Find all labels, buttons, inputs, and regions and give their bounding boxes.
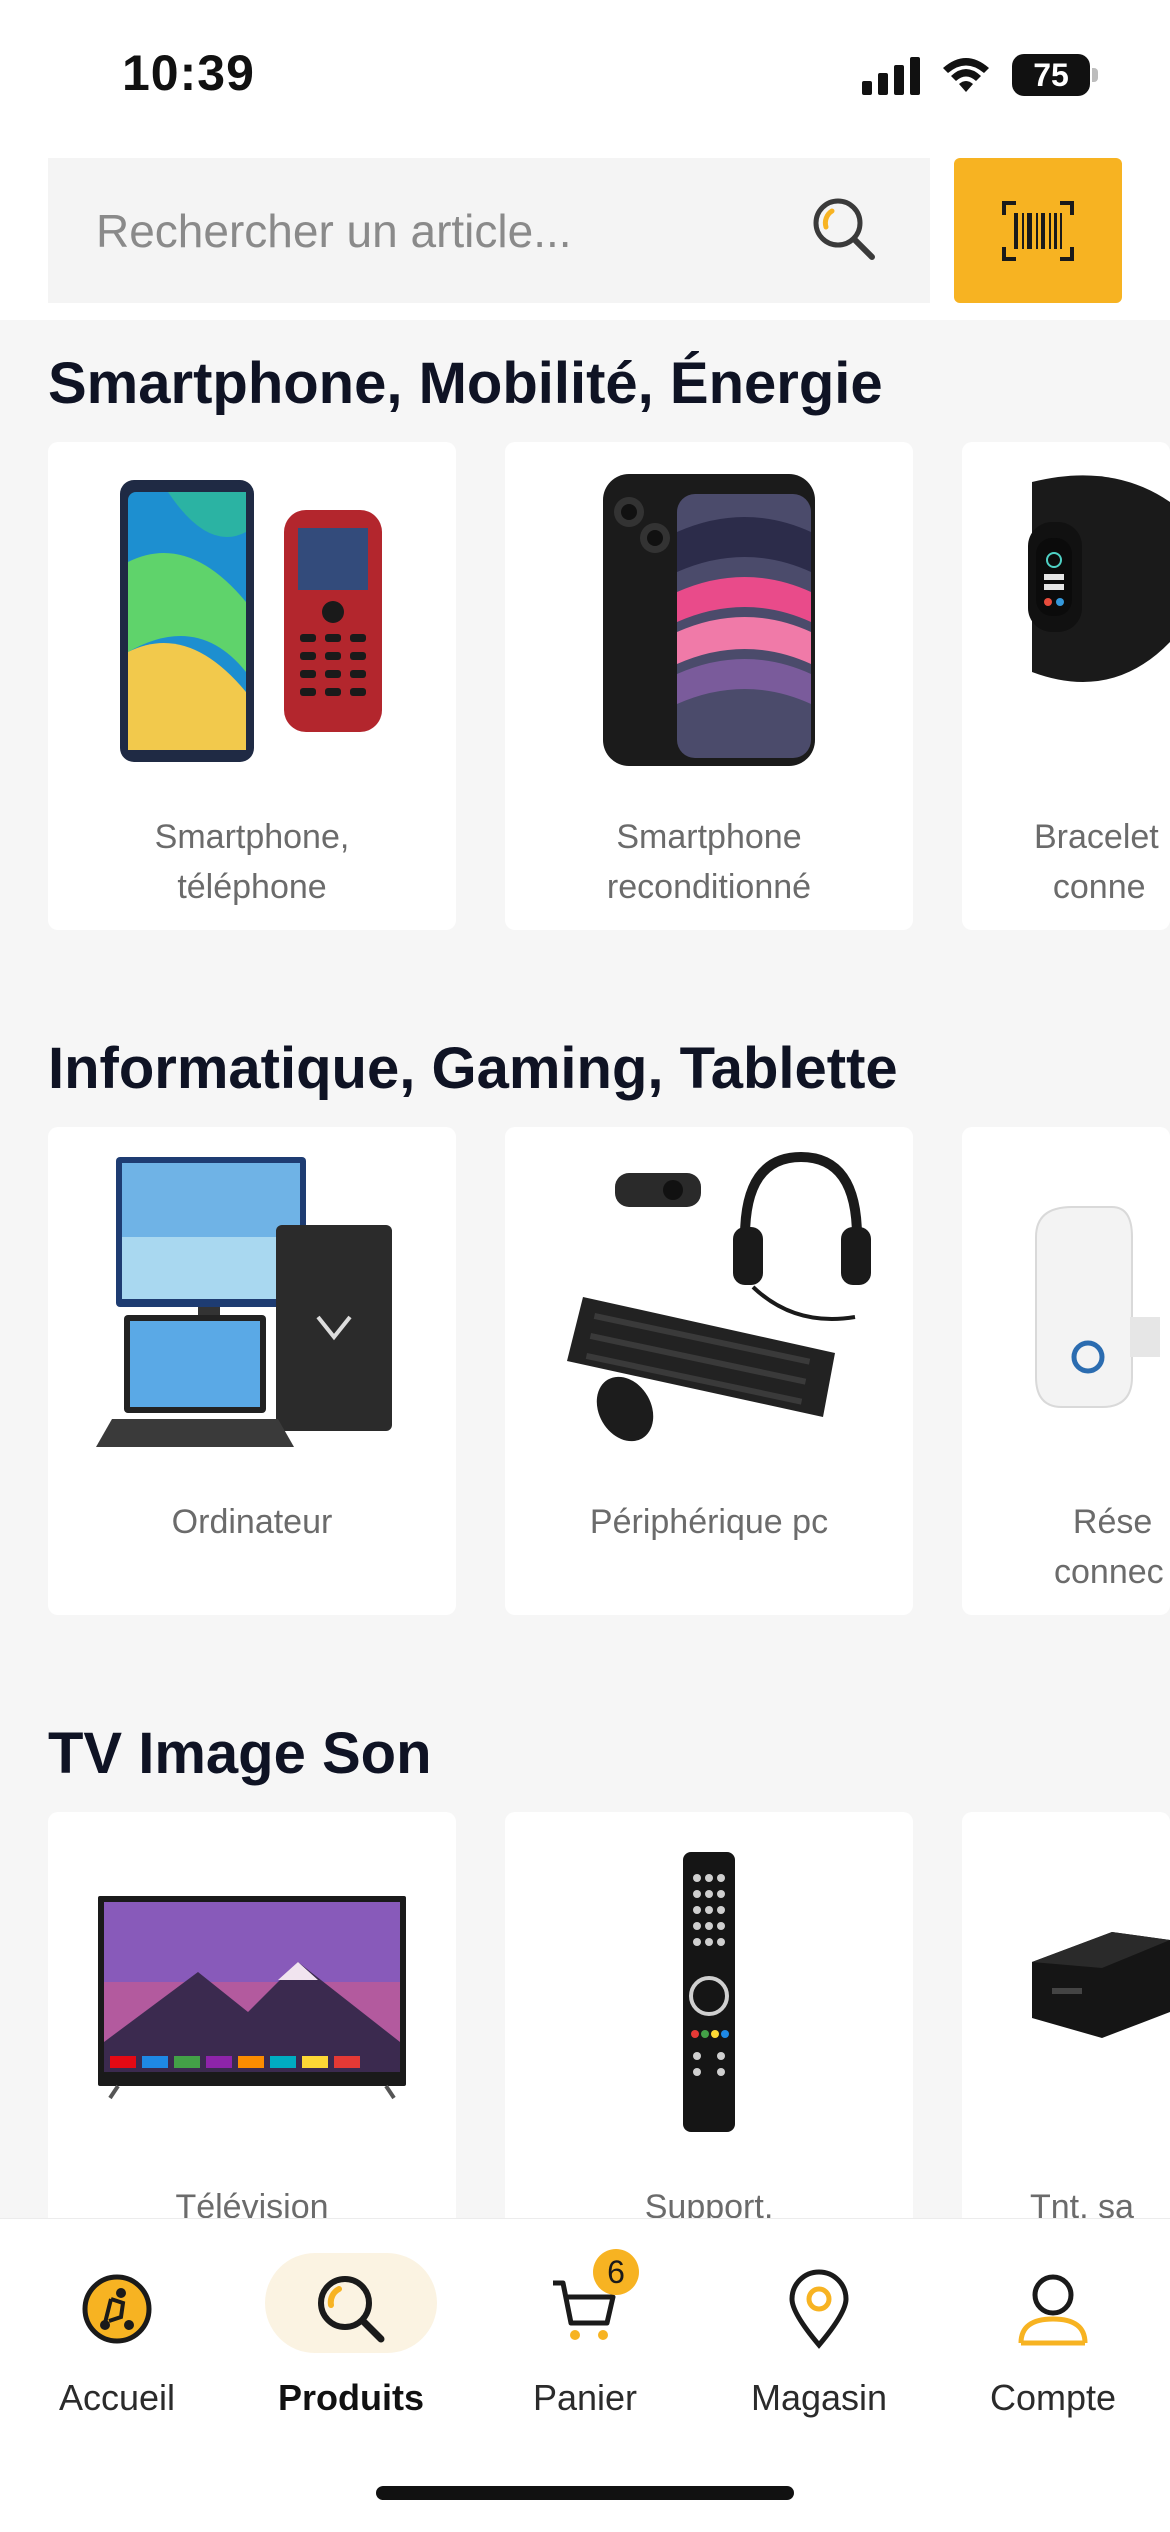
- category-list: Smartphone, Mobilité, Énergie Smartphone…: [0, 320, 1170, 2220]
- barcode-scan-button[interactable]: [954, 158, 1122, 303]
- search-placeholder: Rechercher un article...: [96, 204, 572, 257]
- status-time: 10:39: [122, 45, 255, 101]
- category-card-smartphone-reconditionne[interactable]: Smartphone reconditionné: [505, 442, 913, 930]
- wifi-repeater-image: [1035, 1206, 1160, 1408]
- section-informatique: Informatique, Gaming, Tablette Ordinateu…: [0, 1005, 1170, 1645]
- wifi-icon: [943, 58, 989, 92]
- category-card-ordinateur[interactable]: Ordinateur: [48, 1127, 456, 1615]
- top-bar: 10:39 75 Rechercher un article...: [0, 0, 1170, 320]
- nav-item-magasin[interactable]: Magasin: [702, 2259, 936, 2459]
- section-tv-image-son: TV Image Son Télévision Support, Tnt, sa: [0, 1690, 1170, 2220]
- battery-indicator: 75: [1012, 54, 1098, 96]
- remote-control-image: [683, 1852, 735, 2132]
- category-card-reseau-connecte[interactable]: Rése connec: [962, 1127, 1170, 1615]
- television-image: [98, 1896, 406, 2100]
- smart-bracelet-image: [1028, 475, 1170, 682]
- cart-icon: 6: [535, 2249, 639, 2359]
- nav-item-accueil[interactable]: Accueil: [0, 2259, 234, 2459]
- card-label: Périphérique pc: [589, 1503, 829, 1541]
- cart-count-badge: 6: [593, 2249, 639, 2295]
- card-label: Télévision: [175, 2188, 329, 2220]
- category-card-television[interactable]: Télévision: [48, 1812, 456, 2220]
- card-label: Support,: [644, 2188, 774, 2220]
- search-input[interactable]: Rechercher un article...: [48, 158, 930, 303]
- nav-item-produits[interactable]: Produits: [234, 2253, 468, 2459]
- pc-peripherals-image: [567, 1151, 871, 1442]
- cellular-signal-icon: [862, 55, 920, 95]
- card-label: Tnt, sa: [1030, 2188, 1134, 2220]
- status-icons: 75: [862, 52, 1098, 98]
- category-card-support[interactable]: Support,: [505, 1812, 913, 2220]
- nav-label: Magasin: [750, 2377, 888, 2418]
- category-card-tnt-satellite[interactable]: Tnt, sa: [962, 1812, 1170, 2220]
- smartphones-image: [120, 480, 382, 762]
- section-title: Smartphone, Mobilité, Énergie: [48, 351, 883, 416]
- nav-item-compte[interactable]: Compte: [936, 2259, 1170, 2459]
- barcode-icon: [1002, 200, 1074, 261]
- search-icon[interactable]: [806, 191, 886, 271]
- section-title: Informatique, Gaming, Tablette: [48, 1036, 898, 1101]
- search-icon: [265, 2253, 437, 2359]
- location-pin-icon: [769, 2259, 869, 2359]
- bottom-navigation: Accueil Produits 6 Panier Magasin Compte: [0, 2218, 1170, 2532]
- tnt-decoder-image: [1032, 1932, 1170, 2038]
- section-smartphone: Smartphone, Mobilité, Énergie Smartphone…: [0, 320, 1170, 960]
- nav-label: Produits: [277, 2377, 424, 2418]
- nav-item-panier[interactable]: 6 Panier: [468, 2249, 702, 2459]
- home-scooter-icon: [67, 2259, 167, 2359]
- card-label: Bracelet conne: [1034, 818, 1159, 906]
- card-label: Rése connec: [1054, 1503, 1164, 1591]
- category-card-smartphone-telephone[interactable]: Smartphone, téléphone: [48, 442, 456, 930]
- category-card-bracelet-connecte[interactable]: Bracelet conne: [962, 442, 1170, 930]
- nav-label: Accueil: [58, 2377, 176, 2418]
- card-label: Smartphone, téléphone: [154, 818, 350, 906]
- user-icon: [1003, 2259, 1103, 2359]
- category-card-peripherique-pc[interactable]: Périphérique pc: [505, 1127, 913, 1615]
- nav-label: Compte: [989, 2377, 1117, 2418]
- home-indicator: [376, 2486, 794, 2500]
- iphone-image: [603, 474, 815, 766]
- computers-image: [96, 1157, 392, 1447]
- section-title: TV Image Son: [48, 1721, 432, 1786]
- nav-label: Panier: [532, 2377, 638, 2418]
- card-label: Smartphone reconditionné: [606, 818, 812, 906]
- card-label: Ordinateur: [171, 1503, 333, 1541]
